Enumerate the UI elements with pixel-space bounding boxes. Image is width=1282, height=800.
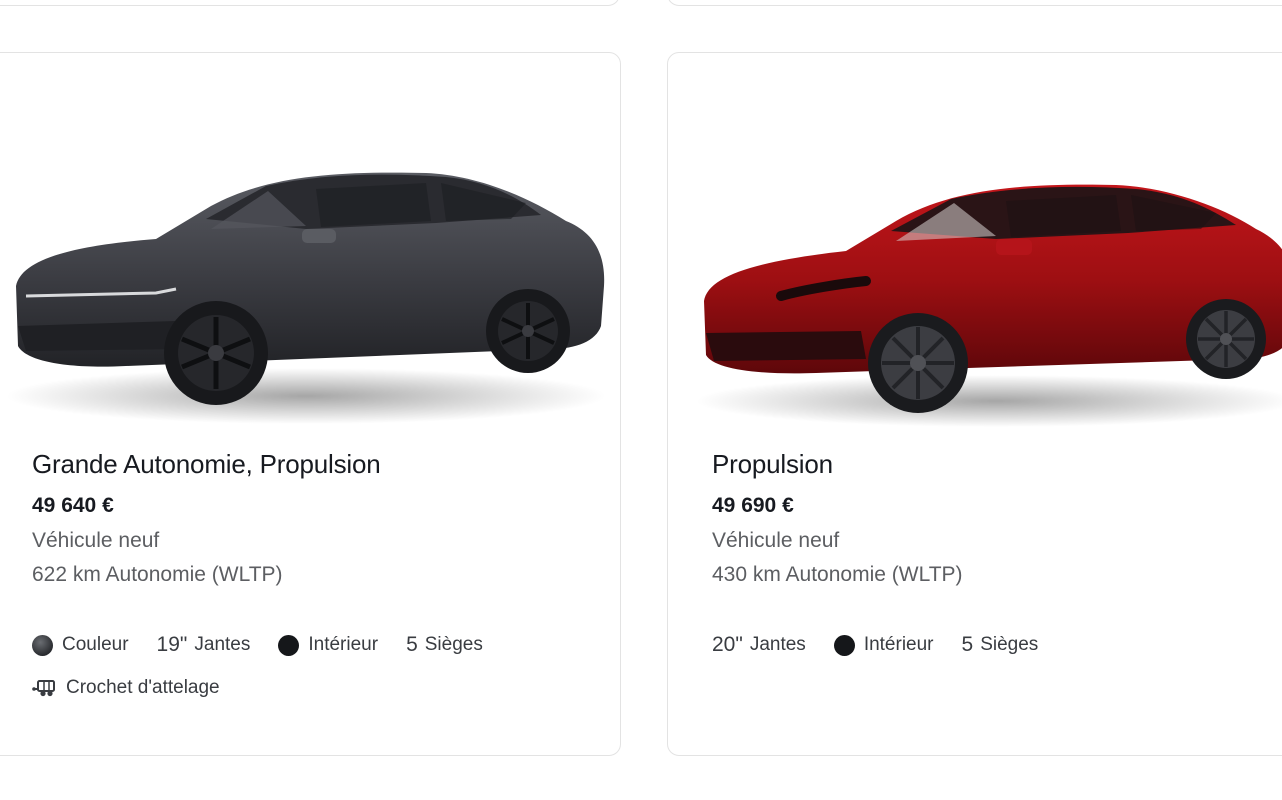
- vehicle-title: Grande Autonomie, Propulsion: [32, 449, 381, 479]
- spec-interior-label: Intérieur: [308, 634, 379, 655]
- vehicle-condition: Véhicule neuf: [32, 529, 160, 552]
- previous-card-edge: [0, 0, 620, 6]
- interior-swatch-icon: [833, 634, 855, 656]
- previous-card-edge: [667, 0, 1282, 6]
- vehicle-title: Propulsion: [712, 449, 833, 479]
- tow-hitch-label: Crochet d'attelage: [66, 677, 220, 698]
- spec-seats-value: 5: [406, 633, 418, 656]
- spec-wheels-value: 20": [712, 633, 743, 656]
- spec-seats-label: Sièges: [980, 634, 1039, 655]
- spec-seats-label: Sièges: [424, 634, 483, 655]
- spec-wheels-value: 19": [156, 633, 188, 656]
- spec-wheels: 19" Jantes: [157, 633, 251, 657]
- spec-tow-hitch: Crochet d'attelage: [32, 677, 511, 699]
- vehicle-specs: 20" Jantes Intérieur 5 Sièges: [712, 633, 1066, 657]
- vehicle-range: 430 km Autonomie (WLTP): [712, 563, 963, 586]
- vehicle-price: 49 690 €: [712, 494, 794, 517]
- spec-wheels: 20" Jantes: [712, 633, 806, 657]
- vehicle-card-long-range[interactable]: Grande Autonomie, Propulsion 49 640 € Vé…: [0, 52, 621, 756]
- spec-interior-label: Intérieur: [863, 634, 934, 655]
- vehicle-range: 622 km Autonomie (WLTP): [32, 563, 283, 586]
- vehicle-price: 49 640 €: [32, 494, 114, 517]
- spec-seats-value: 5: [961, 633, 974, 656]
- spec-interior: Intérieur: [833, 634, 934, 656]
- spec-color: Couleur: [32, 634, 129, 656]
- vehicle-card-rwd[interactable]: Propulsion 49 690 € Véhicule neuf 430 km…: [667, 52, 1282, 756]
- interior-swatch-icon: [278, 634, 300, 656]
- spec-seats: 5 Sièges: [962, 633, 1039, 657]
- color-swatch-icon: [32, 634, 53, 656]
- spec-wheels-label: Jantes: [194, 634, 251, 655]
- vehicle-image: [6, 111, 606, 431]
- spec-wheels-label: Jantes: [749, 634, 806, 655]
- vehicle-image: [696, 111, 1282, 431]
- tow-hitch-icon: [32, 680, 55, 697]
- vehicle-condition: Véhicule neuf: [712, 529, 840, 552]
- vehicle-specs: Couleur 19" Jantes Intérieur 5 Sièges: [32, 633, 511, 657]
- spec-color-label: Couleur: [62, 634, 129, 655]
- spec-interior: Intérieur: [278, 634, 378, 656]
- spec-seats: 5 Sièges: [406, 633, 483, 657]
